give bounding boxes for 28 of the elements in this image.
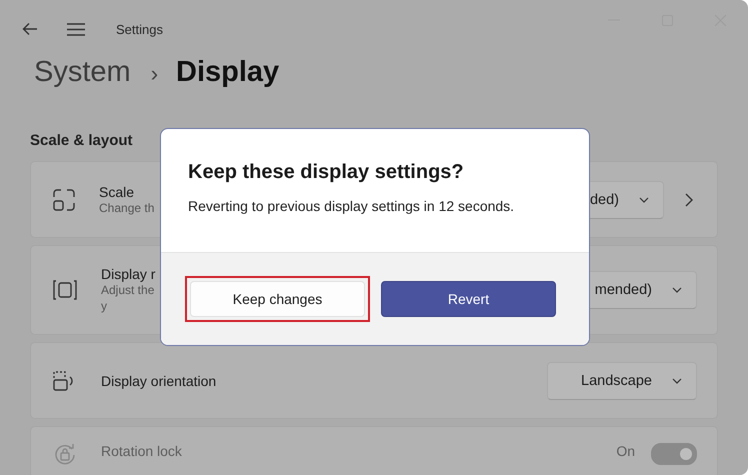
setting-description: Adjust the	[101, 282, 156, 298]
rotation-lock-icon	[53, 443, 77, 465]
chevron-right-icon[interactable]	[685, 192, 693, 206]
menu-icon[interactable]	[67, 22, 85, 36]
setting-title: Scale	[99, 184, 136, 200]
back-icon[interactable]	[22, 22, 38, 36]
revert-button[interactable]: Revert	[381, 281, 556, 317]
page-title: Display	[176, 56, 280, 89]
breadcrumb-parent[interactable]: System	[34, 56, 131, 89]
chevron-down-icon	[639, 196, 649, 202]
dialog-title: Keep these display settings?	[188, 161, 465, 184]
setting-description: y	[101, 298, 108, 314]
chevron-down-icon	[672, 378, 682, 384]
dropdown[interactable]: Landscape	[547, 362, 697, 400]
setting-title: Display orientation	[101, 372, 216, 388]
chevron-down-icon	[672, 287, 682, 293]
resolution-icon	[53, 280, 77, 300]
setting-card[interactable]: Display orientation Landscape	[30, 342, 718, 419]
toggle-state: On	[616, 443, 635, 459]
setting-title: Rotation lock	[101, 443, 182, 459]
section-heading: Scale & layout	[29, 131, 134, 151]
scale-icon	[53, 188, 75, 210]
breadcrumb-separator: ›	[150, 61, 158, 87]
setting-title: Display r	[101, 266, 156, 282]
setting-description: Change th	[99, 200, 154, 216]
keep-changes-button[interactable]: Keep changes	[190, 281, 365, 317]
window-title: Settings	[116, 22, 163, 36]
dialog-message: Reverting to previous display settings in 12 seconds.	[188, 198, 516, 214]
